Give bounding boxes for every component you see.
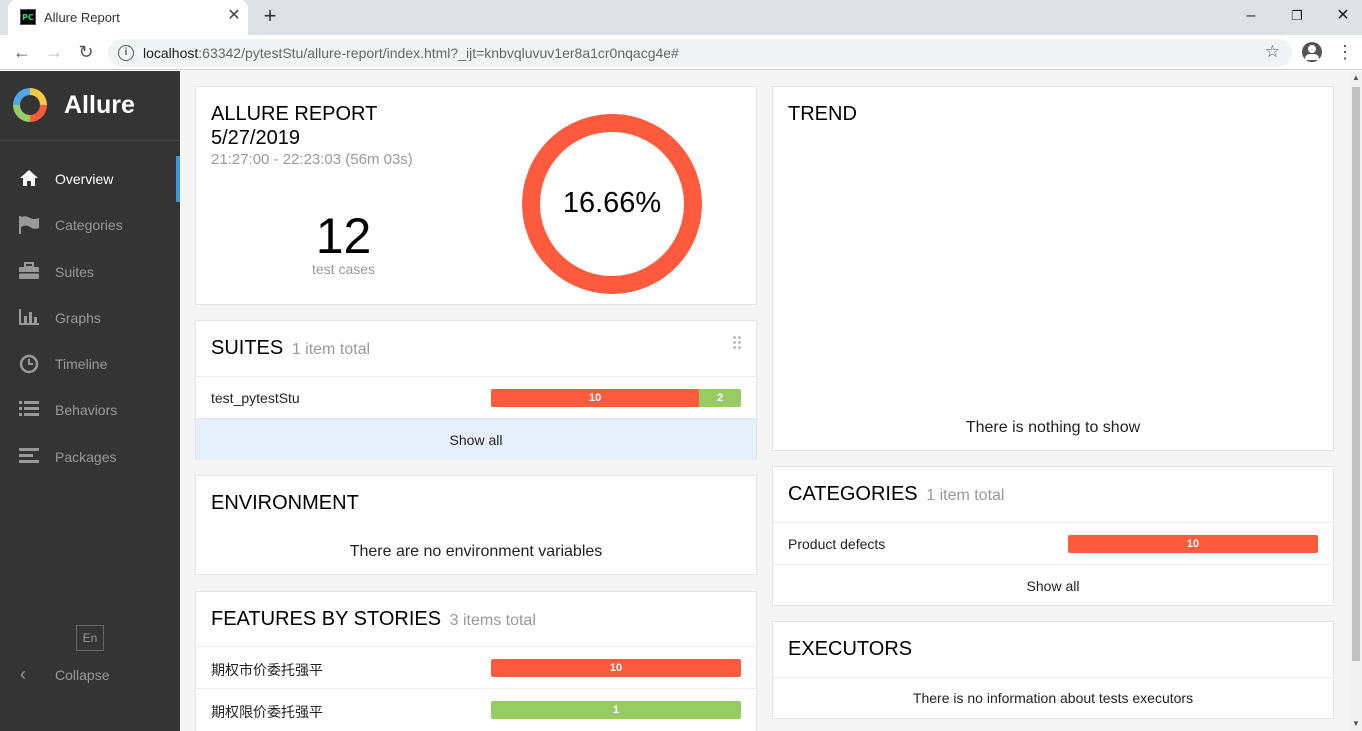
forward-button[interactable]: → bbox=[42, 40, 66, 64]
environment-title: ENVIRONMENT bbox=[211, 492, 359, 514]
sidebar-item-behaviors[interactable]: Behaviors bbox=[0, 387, 180, 433]
feature-row[interactable]: 期权限价委托强平 1 bbox=[196, 688, 756, 730]
briefcase-icon bbox=[18, 261, 40, 282]
brand[interactable]: Allure bbox=[0, 71, 180, 141]
chevron-left-icon: ‹ bbox=[20, 664, 26, 684]
flag-icon bbox=[18, 215, 40, 235]
close-window-button[interactable]: ✕ bbox=[1332, 5, 1354, 27]
categories-title: CATEGORIES 1 item total bbox=[788, 483, 1005, 505]
features-widget: FEATURES BY STORIES 3 items total 期权市价委托… bbox=[195, 591, 757, 731]
feature-status-bar[interactable]: 1 bbox=[491, 701, 741, 719]
trend-empty-message: There is nothing to show bbox=[965, 419, 1141, 436]
passed-segment: 1 bbox=[491, 701, 741, 719]
new-tab-button[interactable]: + bbox=[259, 5, 281, 27]
failed-segment: 10 bbox=[491, 659, 741, 677]
failed-segment: 10 bbox=[491, 389, 700, 407]
bookmark-star-icon[interactable]: ☆ bbox=[1265, 42, 1280, 62]
summary-time-range: 21:27:00 - 22:23:03 (56m 03s) bbox=[211, 151, 413, 168]
sidebar-item-overview[interactable]: Overview bbox=[0, 156, 180, 203]
category-row[interactable]: Product defects 10 bbox=[773, 522, 1333, 564]
page-scrollbar[interactable]: ▲ ▼ bbox=[1350, 71, 1362, 731]
list-icon bbox=[18, 400, 40, 420]
feature-status-bar[interactable]: 10 bbox=[491, 659, 741, 677]
scroll-down-arrow-icon[interactable]: ▼ bbox=[1350, 717, 1362, 731]
test-case-count-label: test cases bbox=[311, 261, 376, 277]
minimize-button[interactable]: – bbox=[1240, 5, 1262, 27]
sidebar-item-graphs[interactable]: Graphs bbox=[0, 295, 180, 341]
account-icon[interactable] bbox=[1302, 42, 1322, 62]
environment-widget: ENVIRONMENT There are no environment var… bbox=[195, 475, 757, 575]
trend-widget: TREND There is nothing to show bbox=[772, 86, 1334, 451]
collapse-label: Collapse bbox=[55, 667, 110, 683]
allure-logo-icon bbox=[13, 88, 47, 122]
test-case-count: 12 bbox=[315, 208, 372, 264]
suite-name: test_pytestStu bbox=[211, 390, 300, 406]
suites-title: SUITES 1 item total bbox=[211, 337, 371, 359]
environment-empty-message: There are no environment variables bbox=[349, 543, 603, 560]
summary-title: ALLURE REPORT bbox=[211, 103, 378, 125]
executors-title: EXECUTORS bbox=[788, 638, 913, 660]
categories-show-all-button[interactable]: Show all bbox=[773, 564, 1333, 606]
align-left-icon bbox=[18, 447, 40, 467]
feature-name: 期权限价委托强平 bbox=[211, 704, 323, 720]
close-tab-icon[interactable]: ✕ bbox=[224, 6, 244, 26]
suite-status-bar[interactable]: 10 2 bbox=[491, 389, 741, 407]
browser-tab-strip: PC Allure Report ✕ + – ❐ ✕ bbox=[0, 0, 1362, 35]
tab-title: Allure Report bbox=[44, 10, 120, 25]
main-content: ALLURE REPORT 5/27/2019 21:27:00 - 22:23… bbox=[180, 71, 1350, 731]
success-rate-text: 16.66% bbox=[562, 187, 662, 219]
failed-segment: 10 bbox=[1068, 535, 1318, 553]
back-button[interactable]: ← bbox=[10, 40, 34, 64]
executors-empty-message: There is no information about tests exec… bbox=[912, 690, 1194, 706]
sidebar-item-timeline[interactable]: Timeline bbox=[0, 341, 180, 387]
sidebar-item-label: Overview bbox=[55, 171, 114, 187]
suites-widget: SUITES 1 item total test_pytestStu 10 2 … bbox=[195, 320, 757, 460]
drag-handle-icon[interactable] bbox=[732, 335, 742, 349]
feature-name: 期权市价委托强平 bbox=[211, 662, 323, 678]
scroll-up-arrow-icon[interactable]: ▲ bbox=[1350, 71, 1362, 85]
sidebar-nav: Overview Categories Suites Graphs Timeli… bbox=[0, 156, 180, 480]
executors-widget: EXECUTORS There is no information about … bbox=[772, 621, 1334, 719]
bar-chart-icon bbox=[18, 308, 40, 328]
sidebar-item-packages[interactable]: Packages bbox=[0, 434, 180, 480]
sidebar-item-label: Graphs bbox=[55, 309, 101, 326]
category-status-bar[interactable]: 10 bbox=[1068, 535, 1318, 553]
pycharm-favicon-icon: PC bbox=[20, 9, 36, 25]
language-button[interactable]: En bbox=[76, 625, 104, 651]
site-info-icon[interactable]: i bbox=[118, 45, 134, 61]
address-bar[interactable]: i localhost:63342/pytestStu/allure-repor… bbox=[108, 39, 1292, 67]
category-name: Product defects bbox=[788, 536, 886, 552]
sidebar-item-label: Behaviors bbox=[55, 402, 118, 419]
sidebar: Allure Overview Categories Suites Graphs bbox=[0, 71, 180, 731]
address-url: localhost:63342/pytestStu/allure-report/… bbox=[143, 45, 679, 61]
trend-title: TREND bbox=[788, 103, 857, 125]
passed-segment: 2 bbox=[699, 389, 741, 407]
categories-widget: CATEGORIES 1 item total Product defects … bbox=[772, 466, 1334, 606]
clock-icon bbox=[18, 354, 40, 374]
suites-show-all-button[interactable]: Show all bbox=[196, 418, 756, 460]
restore-button[interactable]: ❐ bbox=[1286, 5, 1308, 27]
brand-name: Allure bbox=[64, 91, 135, 119]
sidebar-item-suites[interactable]: Suites bbox=[0, 249, 180, 295]
features-title: FEATURES BY STORIES 3 items total bbox=[211, 608, 536, 630]
browser-menu-icon[interactable]: ⋮ bbox=[1336, 42, 1354, 62]
sidebar-item-label: Packages bbox=[55, 448, 117, 465]
browser-toolbar: ← → ↻ i localhost:63342/pytestStu/allure… bbox=[0, 35, 1362, 70]
browser-tab[interactable]: PC Allure Report ✕ bbox=[8, 0, 248, 35]
sidebar-item-label: Categories bbox=[55, 217, 123, 234]
scroll-thumb[interactable] bbox=[1352, 87, 1360, 661]
home-icon bbox=[18, 169, 40, 189]
feature-row[interactable]: 期权市价委托强平 10 bbox=[196, 646, 756, 688]
summary-date: 5/27/2019 bbox=[211, 127, 300, 149]
sidebar-item-categories[interactable]: Categories bbox=[0, 202, 180, 248]
reload-button[interactable]: ↻ bbox=[74, 40, 98, 64]
sidebar-item-label: Suites bbox=[55, 263, 94, 280]
sidebar-item-label: Timeline bbox=[55, 356, 108, 373]
suite-row[interactable]: test_pytestStu 10 2 bbox=[196, 376, 756, 418]
summary-widget: ALLURE REPORT 5/27/2019 21:27:00 - 22:23… bbox=[195, 86, 757, 305]
executors-empty-row: There is no information about tests exec… bbox=[773, 677, 1333, 719]
collapse-button[interactable]: ‹ Collapse bbox=[0, 656, 180, 696]
